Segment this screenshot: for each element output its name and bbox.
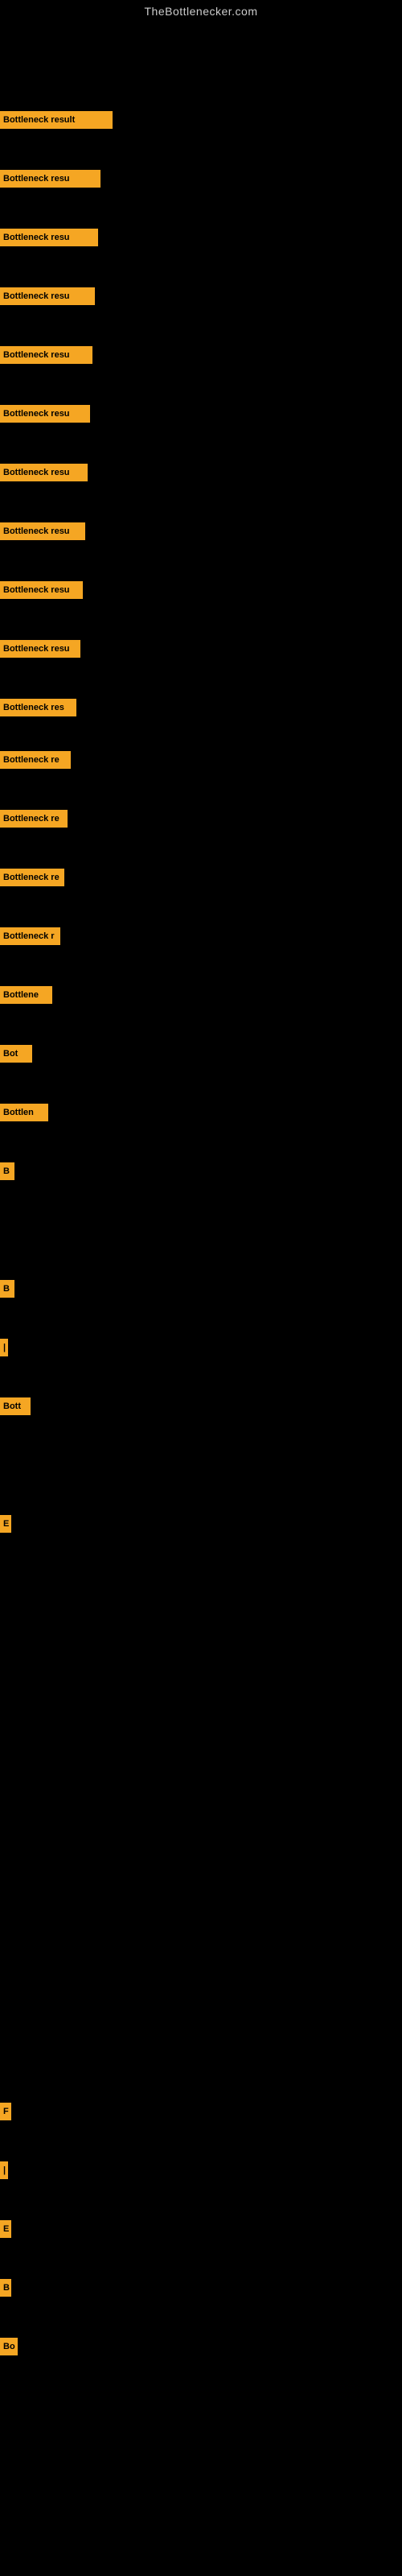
bar-label: Bottleneck resu bbox=[0, 287, 95, 305]
bar-label: Bo bbox=[0, 2338, 18, 2355]
bar-row: Bottleneck resu bbox=[0, 229, 402, 246]
bar-label: Bottleneck resu bbox=[0, 229, 98, 246]
bar-row: Bottleneck re bbox=[0, 810, 402, 828]
bar-row: Bott bbox=[0, 1397, 402, 1415]
bar-label: Bottleneck resu bbox=[0, 464, 88, 481]
bar-row: E bbox=[0, 1515, 402, 1533]
bar-label: Bottlen bbox=[0, 1104, 48, 1121]
bar-row: B bbox=[0, 1162, 402, 1180]
bar-row: E bbox=[0, 2220, 402, 2238]
bar-row: Bottleneck resu bbox=[0, 581, 402, 599]
bar-row: Bottleneck r bbox=[0, 927, 402, 945]
site-title: TheBottlenecker.com bbox=[0, 0, 402, 21]
bar-row: Bottleneck resu bbox=[0, 346, 402, 364]
bar-row: Bot bbox=[0, 1045, 402, 1063]
bar-label: Bottleneck resu bbox=[0, 640, 80, 658]
bar-label: B bbox=[0, 1162, 14, 1180]
bar-row: Bottleneck resu bbox=[0, 464, 402, 481]
bar-label: Bot bbox=[0, 1045, 32, 1063]
bar-label: E bbox=[0, 2220, 11, 2238]
bar-row: Bottlene bbox=[0, 986, 402, 1004]
bar-label: F bbox=[0, 2103, 11, 2120]
bar-row: Bo bbox=[0, 2338, 402, 2355]
bar-label: Bottlene bbox=[0, 986, 52, 1004]
bar-row: Bottleneck resu bbox=[0, 287, 402, 305]
bar-label: Bottleneck resu bbox=[0, 170, 100, 188]
bar-row: Bottleneck res bbox=[0, 699, 402, 716]
bar-label: E bbox=[0, 1515, 11, 1533]
bar-label: Bottleneck r bbox=[0, 927, 60, 945]
bar-label: Bottleneck resu bbox=[0, 405, 90, 423]
bar-row: Bottleneck resu bbox=[0, 405, 402, 423]
bar-row: B bbox=[0, 2279, 402, 2297]
bar-label: B bbox=[0, 2279, 11, 2297]
bar-row: Bottleneck resu bbox=[0, 170, 402, 188]
bar-row: B bbox=[0, 1280, 402, 1298]
bar-label: Bott bbox=[0, 1397, 31, 1415]
bar-row: Bottleneck resu bbox=[0, 640, 402, 658]
bar-label: | bbox=[0, 2161, 8, 2179]
bar-label: Bottleneck re bbox=[0, 869, 64, 886]
bar-label: Bottleneck resu bbox=[0, 581, 83, 599]
bar-row: Bottleneck re bbox=[0, 869, 402, 886]
bar-row: | bbox=[0, 1339, 402, 1356]
bar-row: F bbox=[0, 2103, 402, 2120]
bar-row: | bbox=[0, 2161, 402, 2179]
bar-row: Bottleneck resu bbox=[0, 522, 402, 540]
bar-label: Bottleneck result bbox=[0, 111, 113, 129]
bar-label: Bottleneck resu bbox=[0, 346, 92, 364]
bar-label: Bottleneck re bbox=[0, 810, 68, 828]
bar-row: Bottleneck re bbox=[0, 751, 402, 769]
bar-row: Bottleneck result bbox=[0, 111, 402, 129]
bar-label: B bbox=[0, 1280, 14, 1298]
bar-label: Bottleneck re bbox=[0, 751, 71, 769]
bar-label: Bottleneck res bbox=[0, 699, 76, 716]
bar-label: Bottleneck resu bbox=[0, 522, 85, 540]
bar-label: | bbox=[0, 1339, 8, 1356]
bar-row: Bottlen bbox=[0, 1104, 402, 1121]
